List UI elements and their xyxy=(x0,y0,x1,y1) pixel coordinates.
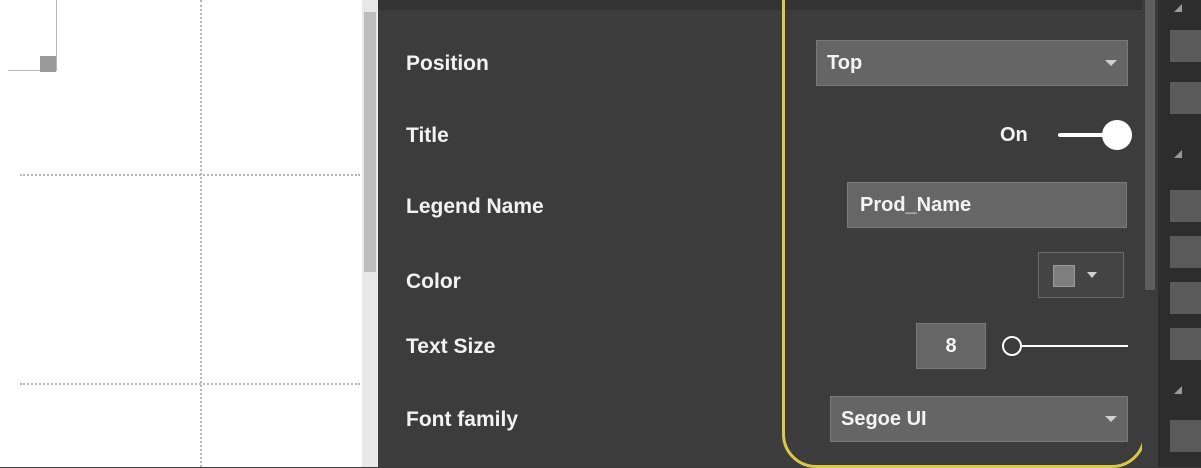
legend-name-label: Legend Name xyxy=(406,195,544,218)
collapse-triangle-icon[interactable] xyxy=(1174,386,1182,394)
grid-line-vertical xyxy=(200,0,202,467)
field-well-button[interactable] xyxy=(1170,282,1201,314)
report-canvas[interactable] xyxy=(0,0,362,467)
grid-line-horizontal xyxy=(20,383,360,385)
field-well-button[interactable] xyxy=(1170,236,1201,268)
fields-sidebar xyxy=(1158,0,1201,467)
field-well-button[interactable] xyxy=(1170,30,1201,62)
field-well-button[interactable] xyxy=(1170,420,1201,452)
collapse-triangle-icon[interactable] xyxy=(1174,4,1182,12)
highlight-outline xyxy=(782,0,1146,468)
field-well-button[interactable] xyxy=(1170,190,1201,222)
canvas-scrollbar-thumb[interactable] xyxy=(364,12,376,272)
pane-scrollbar-thumb[interactable] xyxy=(1145,0,1155,290)
collapse-triangle-icon[interactable] xyxy=(1174,150,1182,158)
grid-line-horizontal xyxy=(20,174,360,176)
title-label: Title xyxy=(406,124,449,147)
canvas-scrollbar[interactable] xyxy=(362,0,378,467)
font-family-label: Font family xyxy=(406,408,519,431)
field-well-button[interactable] xyxy=(1170,82,1201,114)
format-pane: Position Title Legend Name Color Text Si… xyxy=(378,0,1158,468)
pane-scrollbar[interactable] xyxy=(1142,0,1158,467)
field-well-button[interactable] xyxy=(1170,328,1201,360)
resize-handle[interactable] xyxy=(40,56,56,72)
text-size-label: Text Size xyxy=(406,335,496,358)
position-label: Position xyxy=(406,52,489,75)
color-label: Color xyxy=(406,270,461,293)
